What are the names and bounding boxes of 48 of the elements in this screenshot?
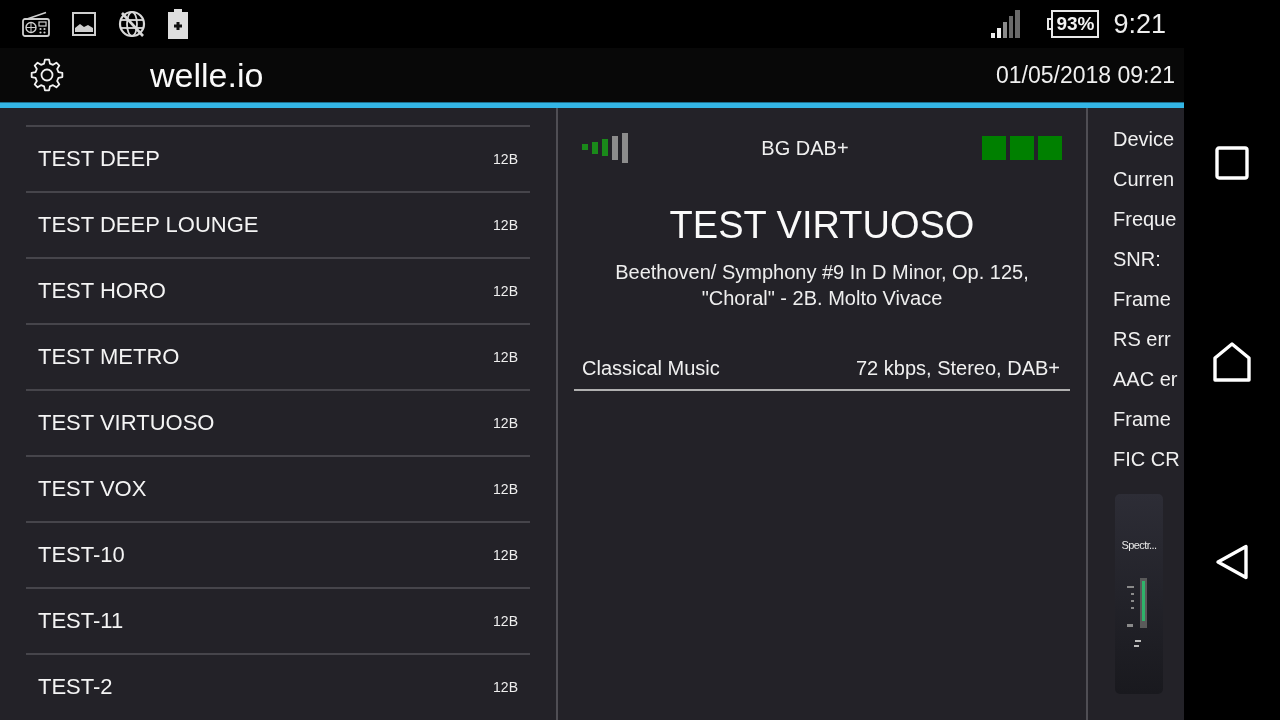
info-label: Frame	[1113, 407, 1172, 432]
channel-label: 12B	[493, 217, 518, 233]
channel-label: 12B	[493, 679, 518, 695]
station-title: TEST VIRTUOSO	[668, 203, 976, 247]
station-name[interactable]: TEST HORO	[38, 278, 166, 304]
genre-label: Classical Music	[582, 356, 720, 380]
channel-label: 12B	[493, 283, 518, 299]
station-name[interactable]: TEST-10	[38, 542, 125, 568]
channel-label: 12B	[493, 349, 518, 365]
station-name[interactable]: TEST DEEP	[38, 146, 160, 172]
radio-icon	[22, 11, 50, 37]
settings-icon[interactable]	[30, 58, 64, 92]
image-icon	[72, 12, 96, 36]
format-label: 72 kbps, Stereo, DAB+	[856, 356, 1060, 380]
info-label: Freque	[1113, 207, 1178, 232]
thumbnail-label: Spectr...	[1121, 538, 1157, 552]
back-icon[interactable]	[1215, 544, 1249, 580]
signal-strength-icon	[582, 133, 628, 163]
channel-label: 12B	[493, 151, 518, 167]
date-time: 01/05/2018 09:21	[995, 61, 1175, 89]
ensemble-name: BG DAB+	[761, 136, 849, 160]
info-label: Frame	[1113, 287, 1172, 312]
info-label: RS err	[1113, 327, 1172, 352]
station-name[interactable]: TEST DEEP LOUNGE	[38, 212, 259, 238]
channel-label: 12B	[493, 481, 518, 497]
station-name[interactable]: TEST METRO	[38, 344, 180, 370]
battery-plus-icon	[168, 9, 188, 39]
spectrum-thumbnail[interactable]: Spectr...	[1115, 494, 1163, 694]
info-label: Device	[1113, 127, 1176, 152]
info-label: Curren	[1113, 167, 1176, 192]
channel-label: 12B	[493, 547, 518, 563]
station-name[interactable]: TEST VOX	[38, 476, 147, 502]
clock-time: 9:21	[1113, 8, 1166, 40]
radio-text: Beethoven/ Symphony #9 In D Minor, Op. 125, "Choral" - 2B. Molto Vivace	[614, 260, 1030, 311]
crossed-globe-icon	[118, 10, 146, 38]
station-name[interactable]: TEST-11	[38, 608, 124, 634]
battery-indicator: 93%	[1047, 10, 1100, 38]
app-title: welle.io	[150, 55, 264, 95]
channel-label: 12B	[493, 415, 518, 431]
station-name[interactable]: TEST VIRTUOSO	[38, 410, 215, 436]
channel-label: 12B	[493, 613, 518, 629]
home-icon[interactable]	[1213, 342, 1251, 382]
info-label: FIC CR	[1113, 447, 1181, 472]
info-label: AAC er	[1113, 367, 1179, 392]
cell-signal-icon	[991, 10, 1022, 38]
info-label: SNR:	[1113, 247, 1162, 272]
square-icon[interactable]	[1215, 146, 1249, 180]
station-name[interactable]: TEST-2	[38, 674, 113, 700]
